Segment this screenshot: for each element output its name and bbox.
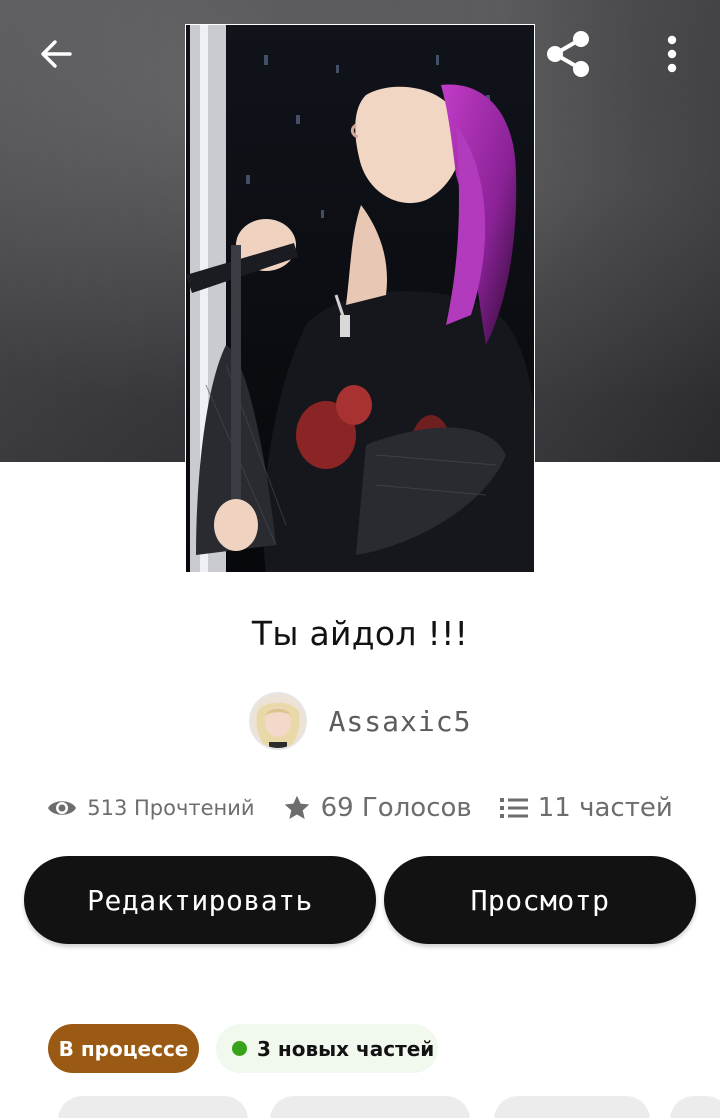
reads-count: 513 Прочтений (87, 796, 255, 820)
tag-chip[interactable] (270, 1096, 470, 1118)
story-cover-image[interactable] (185, 24, 535, 573)
edit-button[interactable]: Редактировать (24, 856, 376, 944)
new-parts-badge: 3 новых частей (216, 1024, 438, 1073)
arrow-left-icon (41, 40, 72, 68)
author-name[interactable]: Assaxic5 (329, 705, 472, 738)
tag-chip[interactable] (58, 1096, 248, 1118)
new-indicator-dot (232, 1041, 247, 1056)
votes-count: 69 Голосов (320, 793, 472, 823)
back-button[interactable] (24, 22, 88, 86)
view-button[interactable]: Просмотр (384, 856, 696, 944)
tag-chip[interactable] (494, 1096, 650, 1118)
author-row[interactable]: Assaxic5 (0, 690, 720, 752)
reads-stat: 513 Прочтений (47, 796, 255, 820)
share-button[interactable] (536, 22, 600, 86)
more-options-button[interactable] (640, 22, 704, 86)
votes-stat: 69 Голосов (283, 793, 472, 823)
story-stats: 513 Прочтений 69 Голосов 11 частей (0, 786, 720, 830)
star-icon (284, 795, 309, 819)
eye-icon (48, 801, 77, 815)
new-parts-label: 3 новых частей (257, 1036, 435, 1061)
more-vertical-icon (667, 35, 677, 73)
story-title: Ты айдол !!! (251, 614, 469, 653)
author-avatar[interactable] (248, 692, 307, 750)
status-badge: В процессе (48, 1024, 199, 1073)
list-icon (499, 798, 528, 818)
tag-chip[interactable] (670, 1096, 720, 1118)
parts-count: 11 частей (537, 793, 673, 823)
share-icon (547, 31, 589, 77)
parts-stat: 11 частей (499, 793, 673, 823)
